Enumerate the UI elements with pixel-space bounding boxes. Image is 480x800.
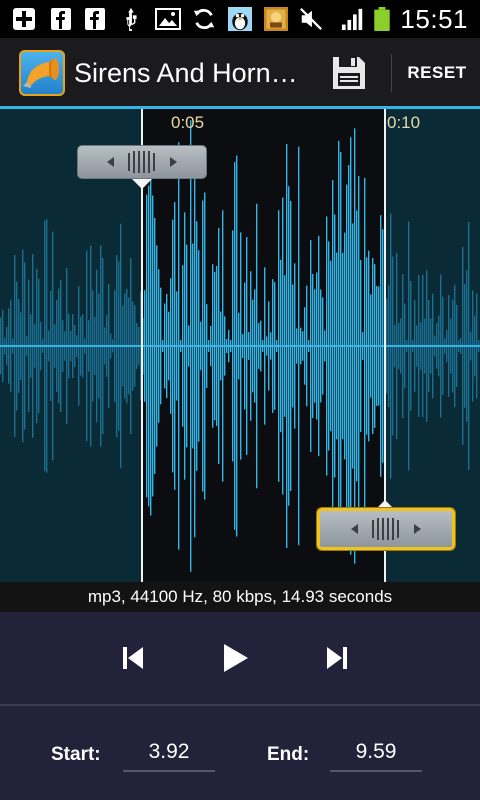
waveform-view[interactable]: 0:05 0:10 [0, 109, 480, 582]
start-input[interactable] [123, 734, 215, 770]
usb-icon [126, 7, 137, 31]
transport-controls [0, 612, 480, 704]
floppy-disk-icon [333, 57, 365, 89]
start-label: Start: [51, 744, 101, 765]
action-bar-divider [391, 54, 392, 92]
drag-grip-icon [107, 151, 177, 173]
page-title: Sirens And Horn… [74, 58, 298, 88]
app-icon[interactable] [19, 50, 65, 96]
range-controls: Start: End: [0, 706, 480, 800]
reset-button[interactable]: RESET [398, 48, 476, 98]
status-time: 15:51 [400, 4, 468, 34]
action-bar: Sirens And Horn… RESET [0, 38, 480, 109]
mute-icon [300, 8, 322, 30]
image-icon [155, 8, 181, 30]
skip-next-icon [327, 647, 347, 669]
plus-box-icon [13, 8, 35, 30]
sync-icon [193, 8, 215, 30]
signal-icon [341, 8, 363, 31]
end-input[interactable] [330, 734, 422, 770]
skip-previous-button[interactable] [109, 634, 157, 682]
end-marker-handle[interactable] [317, 508, 455, 550]
facebook-icon [85, 8, 105, 30]
start-marker-handle[interactable] [77, 145, 207, 179]
horn-icon [23, 58, 59, 88]
end-label: End: [267, 744, 310, 765]
game-app-icon [264, 7, 288, 31]
timecode-label: 0:05 [171, 113, 205, 132]
status-bar: 15:51 [0, 0, 480, 38]
skip-next-button[interactable] [313, 634, 361, 682]
audio-info: mp3, 44100 Hz, 80 kbps, 14.93 seconds [0, 582, 480, 612]
drag-grip-icon [351, 518, 421, 540]
end-field[interactable] [330, 734, 422, 772]
facebook-icon [51, 8, 71, 30]
penguin-app-icon [228, 7, 252, 31]
save-button[interactable] [320, 48, 378, 98]
play-button[interactable] [211, 634, 259, 682]
start-marker-pointer [132, 179, 152, 189]
play-icon [224, 644, 248, 672]
start-field[interactable] [123, 734, 215, 772]
waveform-center-line [0, 345, 480, 347]
timecode-label: 0:10 [387, 113, 421, 132]
skip-previous-icon [123, 647, 143, 669]
battery-icon [374, 7, 390, 31]
